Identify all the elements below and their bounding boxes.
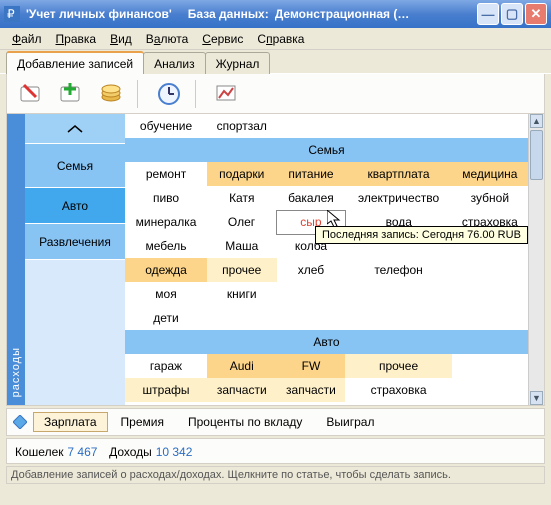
side-column: Семья Авто Развлечения — [25, 114, 125, 405]
cell[interactable]: квартплата — [345, 162, 451, 186]
cell[interactable]: ремонт — [125, 162, 207, 186]
tool-delete[interactable] — [15, 78, 47, 110]
app-icon: ₽ — [4, 6, 20, 22]
auto-header: Авто — [125, 330, 528, 354]
income-bar: Зарплата Премия Проценты по вкладу Выигр… — [6, 408, 545, 436]
income-bonus[interactable]: Премия — [110, 412, 175, 432]
grid-area: обучениеспортзал Семья ремонтподаркипита… — [125, 114, 528, 405]
income-interest[interactable]: Проценты по вкладу — [177, 412, 313, 432]
cell[interactable]: обучение — [125, 114, 207, 138]
income-won[interactable]: Выиграл — [315, 412, 385, 432]
cell[interactable]: запчасти — [277, 378, 346, 402]
menu-currency[interactable]: Валюта — [140, 30, 194, 48]
left-rail: расходы — [7, 114, 25, 405]
menu-edit[interactable]: Правка — [50, 30, 103, 48]
tab-add[interactable]: Добавление записей — [6, 51, 144, 74]
cell[interactable]: прочее — [207, 258, 276, 282]
tooltip: Последняя запись: Сегодня 76.00 RUB — [315, 226, 528, 244]
maximize-button[interactable]: ▢ — [501, 3, 523, 25]
cell[interactable]: медицина — [452, 162, 528, 186]
cell[interactable]: пиво — [125, 186, 207, 210]
main-area: расходы Семья Авто Развлечения обучениес… — [6, 114, 545, 406]
family-header: Семья — [125, 138, 528, 162]
side-empty — [25, 260, 125, 405]
cell[interactable]: гараж — [125, 354, 207, 378]
tool-clock[interactable] — [153, 78, 185, 110]
cell[interactable]: FW — [277, 354, 346, 378]
cell[interactable]: мебель — [125, 234, 207, 258]
cell[interactable]: книги — [207, 282, 276, 306]
cell[interactable]: телефон — [345, 258, 451, 282]
income-label: Доходы — [109, 445, 152, 459]
side-family[interactable]: Семья — [25, 144, 125, 188]
tabs: Добавление записей Анализ Журнал — [0, 50, 551, 74]
diamond-icon — [13, 415, 27, 429]
wallet-value: 7 467 — [67, 445, 97, 459]
tool-add[interactable] — [55, 78, 87, 110]
cell[interactable]: бакалея — [277, 186, 346, 210]
toolbar — [6, 74, 545, 114]
wallet-label: Кошелек — [15, 445, 64, 459]
tab-analysis[interactable]: Анализ — [143, 52, 206, 74]
status-bar: Добавление записей о расходах/доходах. Щ… — [6, 466, 545, 484]
income-value: 10 342 — [156, 445, 193, 459]
summary-bar: Кошелек 7 467 Доходы 10 342 — [6, 438, 545, 464]
income-salary[interactable]: Зарплата — [33, 412, 108, 432]
scroll-down-icon[interactable]: ▼ — [530, 391, 543, 405]
cell[interactable]: одежда — [125, 258, 207, 282]
cell[interactable]: Маша — [207, 234, 276, 258]
tab-journal[interactable]: Журнал — [205, 52, 271, 74]
toolbar-sep2 — [195, 80, 201, 108]
menu-view[interactable]: Вид — [104, 30, 138, 48]
menu-file[interactable]: ФФайлайл — [6, 30, 48, 48]
cell[interactable]: штрафы — [125, 378, 207, 402]
minimize-button[interactable]: — — [477, 3, 499, 25]
cell[interactable]: запчасти — [207, 378, 276, 402]
cell[interactable]: хлеб — [277, 258, 346, 282]
tool-chart[interactable] — [211, 78, 243, 110]
db-label: База данных: — [188, 7, 269, 21]
cell[interactable]: минералка — [125, 210, 207, 234]
cell[interactable]: зубной — [452, 186, 528, 210]
svg-text:₽: ₽ — [7, 7, 15, 21]
cell[interactable]: дети — [125, 306, 207, 330]
scroll-thumb[interactable] — [530, 130, 543, 180]
cell[interactable]: подарки — [207, 162, 276, 186]
cell[interactable]: спортзал — [207, 114, 276, 138]
cell[interactable]: прочее — [345, 354, 451, 378]
cell[interactable]: страховка — [345, 378, 451, 402]
scroll-up-icon[interactable]: ▲ — [530, 114, 543, 128]
tool-coins[interactable] — [95, 78, 127, 110]
cell[interactable]: моя — [125, 282, 207, 306]
side-fun[interactable]: Развлечения — [25, 224, 125, 260]
cell[interactable]: электричество — [345, 186, 451, 210]
menu-help[interactable]: Справка — [251, 30, 310, 48]
app-title: 'Учет личных финансов' — [26, 7, 172, 21]
side-up[interactable] — [25, 114, 125, 144]
menu-service[interactable]: Сервис — [196, 30, 249, 48]
close-button[interactable]: ✕ — [525, 3, 547, 25]
left-rail-label: расходы — [10, 347, 22, 397]
cell[interactable]: Audi — [207, 354, 276, 378]
cell[interactable]: питание — [277, 162, 346, 186]
titlebar: ₽ 'Учет личных финансов' База данных: Де… — [0, 0, 551, 28]
cell[interactable]: Олег — [207, 210, 276, 234]
cell[interactable]: Катя — [207, 186, 276, 210]
toolbar-sep — [137, 80, 143, 108]
side-auto[interactable]: Авто — [25, 188, 125, 224]
menubar: ФФайлайл Правка Вид Валюта Сервис Справк… — [0, 28, 551, 50]
db-value: Демонстрационная (… — [275, 7, 477, 21]
scrollbar[interactable]: ▲ ▼ — [528, 114, 544, 405]
